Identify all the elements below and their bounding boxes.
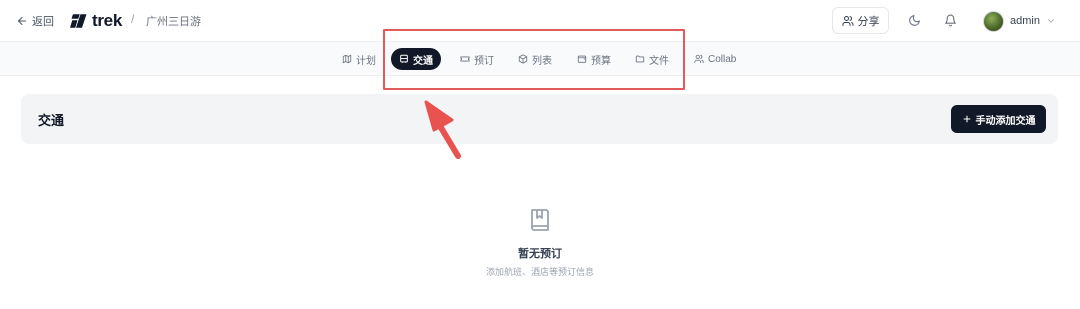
user-menu[interactable]: admin xyxy=(983,10,1056,32)
tab-label: Collab xyxy=(708,53,737,65)
tab-collab[interactable]: Collab xyxy=(686,48,744,70)
chevron-down-icon xyxy=(1048,19,1054,23)
empty-state-subtitle: 添加航班、酒店等预订信息 xyxy=(485,267,594,277)
logo[interactable]: trek xyxy=(70,9,122,33)
tab-label: 计划 xyxy=(356,55,376,67)
bell-icon xyxy=(944,14,956,26)
users-icon xyxy=(694,54,704,64)
moon-icon xyxy=(908,14,920,26)
tab-plan[interactable]: 计划 xyxy=(334,48,384,70)
arrow-left-icon xyxy=(18,17,26,25)
map-icon xyxy=(342,54,352,64)
section-title: 交通 xyxy=(38,113,65,128)
trek-logo-icon xyxy=(70,14,87,28)
theme-toggle-button[interactable] xyxy=(906,12,922,28)
add-button-label: 手动添加交通 xyxy=(975,115,1036,127)
app-root: 返回 trek / 广州三日游 分享 admin 计划 交通 预订 列表 预算 … xyxy=(0,0,1080,309)
annotation-arrow-icon xyxy=(424,100,461,159)
user-name: admin xyxy=(1010,15,1040,27)
breadcrumb-separator: / xyxy=(131,12,135,26)
annotation-highlight-box xyxy=(383,29,685,90)
users-icon xyxy=(842,15,854,26)
transport-section-header: 交通 手动添加交通 xyxy=(21,94,1058,144)
back-button[interactable]: 返回 xyxy=(16,11,54,31)
logo-text: trek xyxy=(92,11,122,30)
share-button[interactable]: 分享 xyxy=(832,7,889,34)
share-label: 分享 xyxy=(857,15,880,28)
empty-state-title: 暂无预订 xyxy=(518,248,562,260)
notifications-button[interactable] xyxy=(942,12,958,28)
bookmark-book-icon xyxy=(531,209,549,231)
avatar xyxy=(983,10,1004,32)
back-label: 返回 xyxy=(32,16,54,28)
plus-icon xyxy=(963,115,970,123)
trip-name: 广州三日游 xyxy=(146,16,201,28)
add-transport-button[interactable]: 手动添加交通 xyxy=(951,105,1046,133)
